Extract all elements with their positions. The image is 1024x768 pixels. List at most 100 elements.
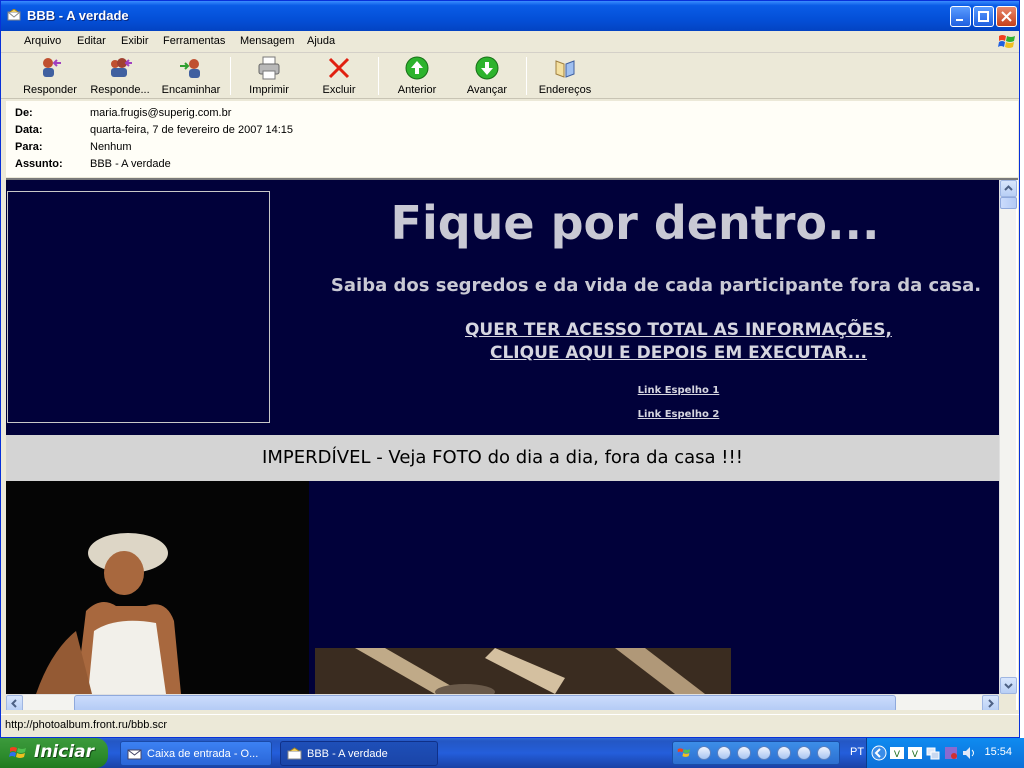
media-play-icon[interactable] bbox=[697, 746, 711, 760]
scroll-down-button[interactable] bbox=[1000, 677, 1017, 694]
address-book-icon bbox=[555, 60, 575, 78]
volume-tray-icon[interactable] bbox=[961, 745, 977, 761]
photo-wooden-ceiling[interactable] bbox=[315, 648, 731, 694]
outlook-express-icon bbox=[127, 749, 142, 760]
scroll-right-button[interactable] bbox=[982, 695, 999, 710]
arrow-down-icon bbox=[475, 56, 499, 80]
tray-expand-icon[interactable] bbox=[871, 745, 887, 761]
menu-editar[interactable]: Editar bbox=[77, 35, 106, 47]
headline: Fique por dentro... bbox=[390, 196, 880, 250]
chevron-left-icon bbox=[11, 699, 17, 708]
taskbar-item-inbox[interactable]: Caixa de entrada - O... bbox=[120, 741, 272, 766]
minimize-button[interactable] bbox=[950, 6, 971, 27]
image-placeholder[interactable] bbox=[7, 191, 270, 423]
message-body[interactable]: Fique por dentro... Saiba dos segredos e… bbox=[6, 178, 1018, 710]
envelope-icon bbox=[7, 9, 21, 21]
reply-icon bbox=[43, 58, 61, 77]
arrow-up-icon bbox=[405, 56, 429, 80]
maximize-button[interactable] bbox=[973, 6, 994, 27]
clock[interactable]: 15:54 bbox=[984, 746, 1012, 758]
subline: Saiba dos segredos e da vida de cada par… bbox=[330, 275, 982, 296]
scroll-up-button[interactable] bbox=[1000, 180, 1017, 197]
menu-ajuda[interactable]: Ajuda bbox=[307, 35, 335, 47]
antivirus-tray-icon[interactable]: V bbox=[889, 745, 905, 761]
reply-all-button[interactable]: Responde... bbox=[88, 55, 152, 97]
vertical-scroll-thumb[interactable] bbox=[1000, 197, 1017, 209]
language-indicator[interactable]: PT bbox=[850, 746, 864, 758]
message-header: De: maria.frugis@superig.com.br Data: qu… bbox=[6, 101, 1018, 177]
to-value: Nenhum bbox=[90, 141, 132, 153]
chevron-down-icon bbox=[1004, 683, 1013, 689]
email-window: BBB - A verdade Arquivo Editar Exibir Fe… bbox=[0, 0, 1020, 738]
envelope-icon bbox=[287, 747, 302, 760]
addresses-button[interactable]: Endereços bbox=[537, 55, 593, 97]
delete-x-icon bbox=[328, 57, 350, 79]
photo-ceiling-image bbox=[315, 648, 731, 694]
close-icon bbox=[1001, 11, 1012, 22]
toolbar: Responder Responde... Encaminhar Imprimi… bbox=[1, 53, 1019, 99]
menu-exibir[interactable]: Exibir bbox=[121, 35, 149, 47]
message-content: Fique por dentro... Saiba dos segredos e… bbox=[6, 180, 999, 694]
toolbar-separator bbox=[378, 57, 379, 95]
maximize-icon bbox=[978, 11, 989, 22]
next-button[interactable]: Avançar bbox=[463, 55, 511, 97]
cta-link-line2[interactable]: CLIQUE AQUI E DEPOIS EM EXECUTAR... bbox=[271, 343, 999, 363]
print-button[interactable]: Imprimir bbox=[243, 55, 295, 97]
previous-button[interactable]: Anterior bbox=[393, 55, 441, 97]
from-value: maria.frugis@superig.com.br bbox=[90, 107, 232, 119]
vertical-scrollbar[interactable] bbox=[999, 180, 1017, 694]
printer-icon bbox=[258, 56, 280, 80]
windows-logo-icon bbox=[998, 35, 1015, 48]
windows-flag-icon bbox=[9, 747, 26, 758]
horizontal-scroll-thumb[interactable] bbox=[74, 695, 896, 710]
scroll-left-button[interactable] bbox=[6, 695, 23, 710]
network-tray-icon[interactable] bbox=[925, 745, 941, 761]
date-value: quarta-feira, 7 de fevereiro de 2007 14:… bbox=[90, 124, 294, 136]
taskbar-item-bbb[interactable]: BBB - A verdade bbox=[280, 741, 438, 766]
svg-text:V: V bbox=[894, 750, 901, 760]
chevron-up-icon bbox=[1004, 185, 1013, 191]
media-next-icon[interactable] bbox=[777, 746, 791, 760]
cta-link-line1[interactable]: QUER TER ACESSO TOTAL AS INFORMAÇÕES, bbox=[271, 320, 999, 340]
media-menu-icon[interactable] bbox=[817, 746, 831, 760]
subject-value: BBB - A verdade bbox=[90, 158, 171, 170]
horizontal-scrollbar[interactable] bbox=[6, 694, 999, 710]
banner-text: IMPERDÍVEL - Veja FOTO do dia a dia, for… bbox=[6, 435, 999, 481]
minimize-icon bbox=[956, 19, 963, 21]
menu-arquivo[interactable]: Arquivo bbox=[24, 35, 61, 47]
menu-bar: Arquivo Editar Exibir Ferramentas Mensag… bbox=[1, 31, 1019, 53]
chevron-right-icon bbox=[988, 699, 994, 708]
title-bar[interactable]: BBB - A verdade bbox=[1, 1, 1019, 31]
menu-mensagem[interactable]: Mensagem bbox=[240, 35, 294, 47]
mirror-link-1[interactable]: Link Espelho 1 bbox=[271, 385, 999, 396]
menu-ferramentas[interactable]: Ferramentas bbox=[163, 35, 225, 47]
reply-all-icon bbox=[111, 58, 132, 77]
toolbar-separator bbox=[526, 57, 527, 95]
system-tray: V V 15:54 bbox=[866, 738, 1024, 768]
media-previous-icon[interactable] bbox=[757, 746, 771, 760]
window-title: BBB - A verdade bbox=[27, 8, 129, 23]
media-pause-icon[interactable] bbox=[717, 746, 731, 760]
scroll-corner bbox=[999, 694, 1016, 710]
media-player-toolbar bbox=[672, 741, 840, 765]
svg-text:V: V bbox=[912, 750, 919, 760]
photo-woman-image bbox=[6, 481, 309, 694]
close-button[interactable] bbox=[996, 6, 1017, 27]
desktop-edge bbox=[1020, 0, 1024, 738]
forward-icon bbox=[180, 59, 200, 78]
status-bar: http://photoalbum.front.ru/bbb.scr bbox=[1, 714, 1019, 736]
antivirus-update-tray-icon[interactable]: V bbox=[907, 745, 923, 761]
forward-button[interactable]: Encaminhar bbox=[161, 55, 221, 97]
taskbar: Iniciar Caixa de entrada - O... BBB - A … bbox=[0, 738, 1024, 768]
windows-flag-icon bbox=[677, 748, 691, 757]
mirror-link-2[interactable]: Link Espelho 2 bbox=[271, 409, 999, 420]
reply-button[interactable]: Responder bbox=[21, 55, 79, 97]
delete-button[interactable]: Excluir bbox=[317, 55, 361, 97]
media-volume-icon[interactable] bbox=[797, 746, 811, 760]
status-text: http://photoalbum.front.ru/bbb.scr bbox=[5, 719, 168, 731]
media-stop-icon[interactable] bbox=[737, 746, 751, 760]
security-tray-icon[interactable] bbox=[943, 745, 959, 761]
toolbar-separator bbox=[230, 57, 231, 95]
start-button[interactable]: Iniciar bbox=[0, 738, 108, 768]
photo-woman[interactable] bbox=[6, 481, 309, 694]
